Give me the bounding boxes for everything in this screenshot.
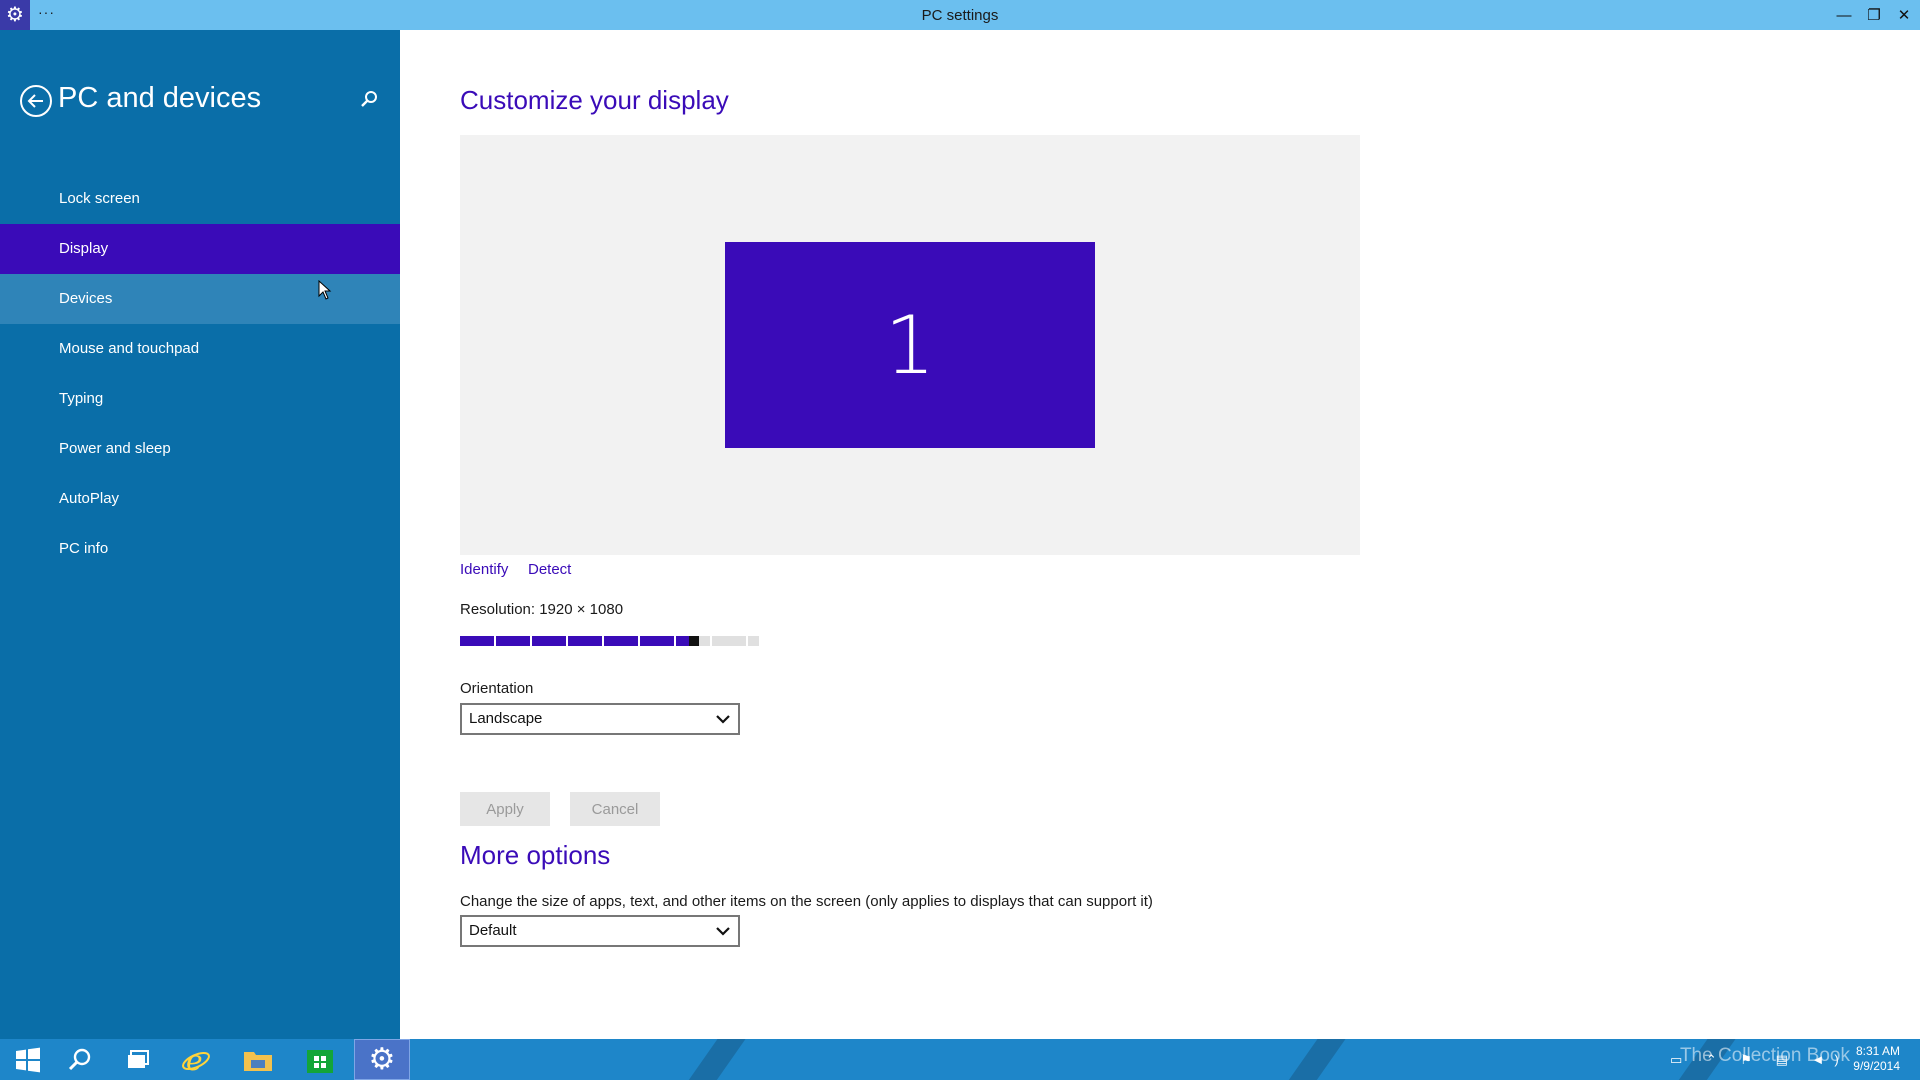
watermark-text: The Collection Book — [1679, 1045, 1850, 1066]
svg-text:e: e — [186, 1044, 203, 1076]
task-view-button[interactable] — [110, 1039, 166, 1080]
search-icon[interactable] — [358, 88, 380, 110]
detect-link[interactable]: Detect — [528, 561, 571, 578]
scaling-dropdown[interactable]: Default — [460, 915, 740, 947]
nav-item-autoplay[interactable]: AutoPlay — [0, 474, 400, 524]
nav-item-lock-screen[interactable]: Lock screen — [0, 174, 400, 224]
orientation-label: Orientation — [460, 680, 534, 697]
nav-title: PC and devices — [58, 82, 262, 114]
slider-thumb[interactable] — [689, 636, 699, 646]
scaling-label: Change the size of apps, text, and other… — [460, 893, 1153, 910]
slider-ticks — [460, 636, 759, 646]
nav-item-power-and-sleep[interactable]: Power and sleep — [0, 424, 400, 474]
clock-time: 8:31 AM — [1855, 1044, 1900, 1058]
orientation-value: Landscape — [469, 710, 543, 727]
page-title: Customize your display — [460, 85, 729, 115]
orientation-dropdown[interactable]: Landscape — [460, 703, 740, 735]
back-arrow-icon[interactable] — [20, 85, 52, 117]
title-bar: ⚙ ··· PC settings — ❐ ✕ — [0, 0, 1920, 30]
taskbar-decoration — [1275, 1039, 1353, 1080]
internet-explorer-button[interactable]: e — [168, 1039, 224, 1080]
nav-item-pc-info[interactable]: PC info — [0, 524, 400, 574]
gear-icon: ⚙ — [368, 1042, 396, 1076]
nav-item-devices[interactable]: Devices — [0, 274, 400, 324]
pc-settings-button[interactable]: ⚙ — [354, 1039, 410, 1080]
restore-button[interactable]: ❐ — [1858, 0, 1890, 30]
folder-icon — [244, 1051, 272, 1071]
nav-item-display[interactable]: Display — [0, 224, 400, 274]
window-title: PC settings — [921, 7, 999, 24]
more-options-heading: More options — [460, 840, 611, 870]
taskbar-decoration — [675, 1039, 753, 1080]
resolution-slider[interactable] — [460, 636, 759, 646]
nav-item-mouse-and-touchpad[interactable]: Mouse and touchpad — [0, 324, 400, 374]
file-explorer-button[interactable] — [230, 1039, 286, 1080]
cancel-button[interactable]: Cancel — [570, 792, 660, 826]
resolution-label: Resolution: 1920 × 1080 — [460, 601, 624, 618]
windows-logo-icon — [16, 1047, 40, 1072]
navigation-pane: PC and devices Lock screen Display Devic… — [0, 30, 400, 1039]
store-button[interactable] — [292, 1039, 348, 1080]
monitor-1-tile[interactable]: 1 — [725, 242, 1095, 448]
close-button[interactable]: ✕ — [1888, 0, 1920, 30]
nav-item-typing[interactable]: Typing — [0, 374, 400, 424]
search-button[interactable] — [52, 1039, 108, 1080]
mouse-cursor-icon — [318, 280, 332, 300]
start-button[interactable] — [0, 1039, 56, 1080]
system-tray: ▭ ⌃ ⚑ ▤ ◄) The Collection Book 8:31 AM 9… — [1660, 1039, 1920, 1080]
display-arrangement-area: 1 — [460, 135, 1360, 555]
clock[interactable]: 8:31 AM 9/9/2014 — [1853, 1044, 1900, 1074]
nav-list: Lock screen Display Devices Mouse and to… — [0, 174, 400, 574]
main-content: Customize your display 1 Identify Detect… — [400, 30, 1920, 1039]
task-view-icon — [128, 1049, 149, 1068]
scaling-value: Default — [469, 922, 517, 939]
store-icon — [307, 1049, 333, 1073]
taskbar: e ⚙ ▭ ⌃ ⚑ ▤ ◄) The Collection Book 8:31 … — [0, 1039, 1920, 1080]
identify-link[interactable]: Identify — [460, 561, 508, 578]
chevron-down-icon — [716, 715, 730, 724]
chevron-down-icon — [716, 927, 730, 936]
minimize-button[interactable]: — — [1828, 0, 1860, 30]
ie-icon: e — [182, 1044, 210, 1076]
apply-button[interactable]: Apply — [460, 792, 550, 826]
clock-date: 9/9/2014 — [1853, 1059, 1900, 1073]
search-icon — [68, 1048, 91, 1070]
